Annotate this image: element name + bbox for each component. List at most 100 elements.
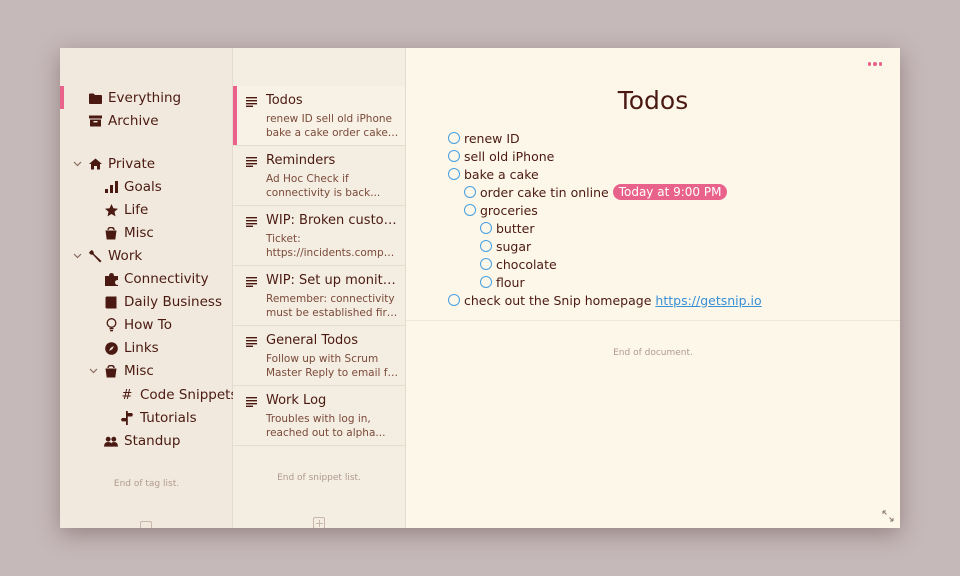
tag-tutorials[interactable]: Tutorials xyxy=(120,408,197,428)
document-divider xyxy=(406,320,900,321)
tag-label: Links xyxy=(124,340,159,356)
todo-item[interactable]: renew ID xyxy=(448,129,520,147)
snippet-title: Reminders xyxy=(266,153,336,168)
todo-checkbox[interactable] xyxy=(480,258,492,270)
due-date-badge[interactable]: Today at 9:00 PM xyxy=(612,184,728,200)
tag-daily-business[interactable]: Daily Business xyxy=(104,292,222,312)
tag-label: Misc xyxy=(124,363,154,379)
tag-everything[interactable]: Everything xyxy=(88,88,181,108)
tag-how-to[interactable]: How To xyxy=(104,315,172,335)
active-tag-indicator xyxy=(60,86,64,109)
compass-icon xyxy=(104,341,118,355)
todo-checkbox[interactable] xyxy=(448,294,460,306)
signpost-icon xyxy=(120,411,134,425)
tag-private[interactable]: Private xyxy=(72,154,155,174)
puzzle-icon xyxy=(104,272,118,286)
app-window: Everything Archive Private Goals Life Mi… xyxy=(60,48,900,528)
document-lines-icon xyxy=(246,217,257,227)
tag-work[interactable]: Work xyxy=(72,246,142,266)
lightbulb-icon xyxy=(104,318,118,332)
tag-label: Code Snippets xyxy=(140,387,238,403)
tag-label: Tutorials xyxy=(140,410,197,426)
tag-label: Connectivity xyxy=(124,271,209,287)
snippet-item-reminders[interactable]: Reminders Ad Hoc Check if connectivity i… xyxy=(233,146,405,206)
tag-archive[interactable]: Archive xyxy=(88,111,159,131)
document-title[interactable]: Todos xyxy=(406,86,900,115)
todo-item[interactable]: sell old iPhone xyxy=(448,147,554,165)
wrench-icon xyxy=(88,249,102,263)
snippet-preview: Follow up with Scrum Master Reply to ema… xyxy=(266,353,399,379)
todo-item[interactable]: butter xyxy=(480,219,535,237)
tag-label: Goals xyxy=(124,179,162,195)
add-snippet-button[interactable] xyxy=(313,517,325,528)
snippet-list-end-text: End of snippet list. xyxy=(277,473,361,483)
todo-item[interactable]: groceries xyxy=(464,201,538,219)
tag-code-snippets[interactable]: # Code Snippets xyxy=(120,385,238,405)
tag-work-misc[interactable]: Misc xyxy=(88,361,154,381)
snippet-preview: renew ID sell old iPhone bake a cake ord… xyxy=(266,113,399,139)
snippet-item-work-log[interactable]: Work Log Troubles with log in, reached o… xyxy=(233,386,405,446)
more-options-icon[interactable] xyxy=(867,62,882,66)
snippet-preview: Remember: connectivity must be establish… xyxy=(266,293,399,319)
todo-item[interactable]: bake a cake xyxy=(448,165,539,183)
active-snippet-indicator xyxy=(233,86,237,145)
tag-label: Misc xyxy=(124,225,154,241)
todo-checkbox[interactable] xyxy=(480,240,492,252)
add-tag-button[interactable] xyxy=(140,521,152,528)
tag-life[interactable]: Life xyxy=(104,200,148,220)
homepage-link[interactable]: https://getsnip.io xyxy=(655,293,761,308)
tag-goals[interactable]: Goals xyxy=(104,177,162,197)
todo-checkbox[interactable] xyxy=(480,222,492,234)
bucket-icon xyxy=(104,364,118,378)
todo-checkbox[interactable] xyxy=(448,168,460,180)
star-icon xyxy=(104,203,118,217)
tag-label: Everything xyxy=(108,90,182,106)
todo-item[interactable]: check out the Snip homepage https://gets… xyxy=(448,291,762,309)
tag-label: Archive xyxy=(108,113,159,129)
book-icon xyxy=(104,295,118,309)
tag-standup[interactable]: Standup xyxy=(104,431,180,451)
tag-private-misc[interactable]: Misc xyxy=(104,223,154,243)
hash-icon: # xyxy=(121,387,133,403)
todo-item[interactable]: sugar xyxy=(480,237,531,255)
todo-checkbox[interactable] xyxy=(448,150,460,162)
tag-label: Private xyxy=(108,156,156,172)
document-lines-icon xyxy=(246,97,257,107)
tag-label: Life xyxy=(124,202,149,218)
snippet-preview: Ticket: https://incidents.company.com xyxy=(266,233,399,259)
tag-label: Daily Business xyxy=(124,294,222,310)
expand-icon[interactable] xyxy=(882,510,894,522)
chevron-down-icon[interactable] xyxy=(88,366,98,376)
tag-links[interactable]: Links xyxy=(104,338,159,358)
todo-checkbox[interactable] xyxy=(464,204,476,216)
snippet-list: Todos renew ID sell old iPhone bake a ca… xyxy=(233,48,406,528)
bar-chart-icon xyxy=(104,180,118,194)
document-end-text: End of document. xyxy=(613,348,693,358)
folder-icon xyxy=(88,91,102,105)
people-icon xyxy=(104,434,118,448)
editor-pane[interactable]: Todos renew ID sell old iPhone bake a ca… xyxy=(406,48,900,528)
todo-checkbox[interactable] xyxy=(480,276,492,288)
snippet-item-wip-broken[interactable]: WIP: Broken customer Ticket: https://inc… xyxy=(233,206,405,266)
snippet-item-todos[interactable]: Todos renew ID sell old iPhone bake a ca… xyxy=(233,86,405,146)
snippet-preview: Ad Hoc Check if connectivity is back... xyxy=(266,173,381,199)
todo-item[interactable]: order cake tin online Today at 9:00 PM xyxy=(464,183,728,201)
snippet-title: WIP: Set up monitoring xyxy=(266,273,401,288)
tag-list-end-text: End of tag list. xyxy=(113,479,180,489)
tag-label: Standup xyxy=(124,433,181,449)
snippet-title: Todos xyxy=(266,93,303,108)
snippet-preview: Troubles with log in, reached out to alp… xyxy=(266,413,386,439)
snippet-item-general-todos[interactable]: General Todos Follow up with Scrum Maste… xyxy=(233,326,405,386)
snippet-item-wip-monitoring[interactable]: WIP: Set up monitoring Remember: connect… xyxy=(233,266,405,326)
todo-checkbox[interactable] xyxy=(464,186,476,198)
todo-item[interactable]: chocolate xyxy=(480,255,557,273)
bucket-icon xyxy=(104,226,118,240)
tag-sidebar: Everything Archive Private Goals Life Mi… xyxy=(60,48,238,528)
document-lines-icon xyxy=(246,157,257,167)
chevron-down-icon[interactable] xyxy=(72,251,82,261)
tag-connectivity[interactable]: Connectivity xyxy=(104,269,209,289)
todo-checkbox[interactable] xyxy=(448,132,460,144)
todo-item[interactable]: flour xyxy=(480,273,525,291)
chevron-down-icon[interactable] xyxy=(72,159,82,169)
document-lines-icon xyxy=(246,337,257,347)
